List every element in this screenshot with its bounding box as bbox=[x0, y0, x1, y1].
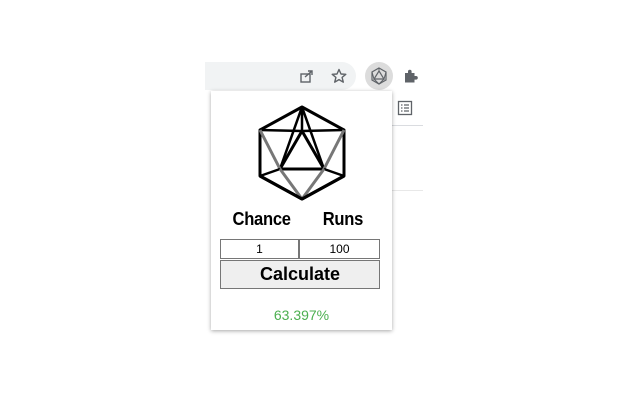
icosahedron-icon bbox=[258, 105, 346, 201]
chance-input[interactable] bbox=[220, 239, 299, 259]
d20-extension-icon[interactable] bbox=[365, 62, 393, 90]
calculate-button[interactable]: Calculate bbox=[220, 260, 380, 289]
page-divider bbox=[392, 190, 423, 191]
browser-toolbar bbox=[205, 62, 423, 90]
runs-label: Runs bbox=[322, 209, 364, 229]
reading-list-icon[interactable] bbox=[397, 100, 413, 116]
puzzle-icon[interactable] bbox=[401, 66, 421, 86]
result-text: 63.397% bbox=[273, 307, 330, 323]
star-icon[interactable] bbox=[329, 66, 349, 86]
runs-input[interactable] bbox=[299, 239, 380, 259]
chance-label: Chance bbox=[232, 209, 291, 229]
page-divider bbox=[392, 125, 423, 126]
extension-popup: Chance Runs Calculate 63.397% bbox=[211, 91, 392, 330]
share-icon[interactable] bbox=[297, 66, 317, 86]
address-bar-end[interactable] bbox=[205, 62, 356, 90]
